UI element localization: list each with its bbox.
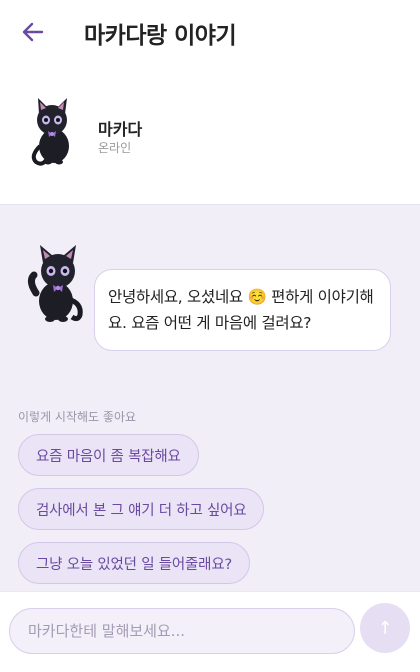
back-button[interactable] bbox=[18, 19, 48, 45]
arrow-left-icon bbox=[22, 22, 44, 42]
cat-avatar bbox=[31, 98, 69, 166]
arrow-up-icon: ↑ bbox=[377, 617, 393, 639]
message-input[interactable] bbox=[9, 608, 355, 654]
app-header: 마카다랑 이야기 bbox=[0, 0, 420, 66]
chat-area: 안녕하세요, 오셨네요 ☺️ 편하게 이야기해요. 요즘 어떤 게 마음에 걸려… bbox=[0, 205, 420, 591]
suggestion-chip[interactable]: 그냥 오늘 있었던 일 들어줄래요? bbox=[18, 542, 250, 584]
assistant-message: 안녕하세요, 오셨네요 ☺️ 편하게 이야기해요. 요즘 어떤 게 마음에 걸려… bbox=[94, 269, 391, 351]
online-status: 온라인 bbox=[98, 141, 132, 155]
suggestion-chip[interactable]: 요즘 마음이 좀 복잡해요 bbox=[18, 434, 199, 476]
profile-card: 마카다 온라인 bbox=[0, 66, 420, 205]
send-button[interactable]: ↑ bbox=[360, 603, 410, 653]
suggestion-chip[interactable]: 검사에서 본 그 얘기 더 하고 싶어요 bbox=[18, 488, 265, 530]
cat-avatar bbox=[27, 245, 83, 322]
page-title: 마카다랑 이야기 bbox=[84, 23, 237, 49]
suggestion-label: 이렇게 시작해도 좋아요 bbox=[18, 410, 137, 424]
message-composer: ↑ bbox=[0, 591, 420, 672]
profile-name: 마카다 bbox=[98, 120, 143, 139]
